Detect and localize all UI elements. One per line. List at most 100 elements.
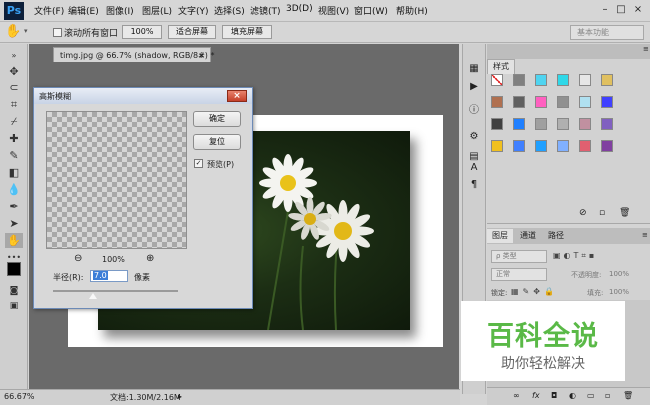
adjustment-icon[interactable]: ◐ — [569, 391, 576, 400]
blur-preview[interactable] — [46, 111, 187, 249]
screen-mode-icon[interactable]: ▣ — [5, 299, 23, 314]
menu-window[interactable]: 窗口(W) — [354, 4, 388, 17]
menu-select[interactable]: 选择(S) — [214, 4, 245, 17]
mask-icon[interactable]: ◘ — [551, 391, 557, 400]
workspace-dropdown[interactable]: 基本功能 — [570, 25, 644, 40]
chevron-down-icon[interactable]: ▾ — [24, 27, 28, 35]
layer-kind-filter[interactable]: ρ 类型 — [491, 250, 547, 263]
style-swatch[interactable] — [557, 96, 569, 108]
no-style-icon[interactable]: ⊘ — [579, 208, 587, 218]
style-swatch[interactable] — [491, 96, 503, 108]
style-swatch[interactable] — [491, 118, 503, 130]
style-swatch[interactable] — [579, 96, 591, 108]
healing-brush-tool-icon[interactable]: ✚ — [5, 131, 23, 146]
crop-tool-icon[interactable]: ⌗ — [5, 97, 23, 112]
status-arrow-icon[interactable]: ▸ — [178, 392, 182, 401]
style-swatch[interactable] — [491, 74, 503, 86]
reset-button[interactable]: 复位 — [193, 134, 241, 150]
menu-image[interactable]: 图像(I) — [106, 4, 134, 17]
zoom-out-icon[interactable]: ⊖ — [74, 253, 82, 264]
style-swatch[interactable] — [601, 140, 613, 152]
dialog-titlebar[interactable]: 高斯模糊 × — [34, 88, 252, 104]
close-tab-icon[interactable]: × — [198, 48, 205, 63]
minimize-icon[interactable]: – — [598, 3, 612, 17]
blend-mode-dropdown[interactable]: 正常 — [491, 268, 547, 281]
style-swatch[interactable] — [535, 74, 547, 86]
radius-slider-handle[interactable] — [89, 293, 97, 299]
style-swatch[interactable] — [535, 140, 547, 152]
hand-tool-selected-icon[interactable]: ✋ — [5, 233, 23, 248]
lasso-tool-icon[interactable]: ⊂ — [5, 80, 23, 95]
eyedropper-tool-icon[interactable]: ⌿ — [5, 114, 23, 129]
style-swatch[interactable] — [557, 74, 569, 86]
pen-tool-icon[interactable]: ✒ — [5, 199, 23, 214]
lock-icons[interactable]: ▦✎✥🔒 — [511, 287, 558, 296]
new-layer-icon[interactable]: ▫ — [605, 391, 610, 400]
fit-screen-button[interactable]: 适合屏幕 — [168, 25, 216, 39]
fill-value[interactable]: 100% — [609, 288, 629, 296]
opacity-value[interactable]: 100% — [609, 270, 629, 278]
character-icon[interactable]: A — [466, 161, 482, 175]
panel-menu-icon[interactable]: ≡ — [643, 45, 649, 53]
style-swatch[interactable] — [601, 118, 613, 130]
style-swatch[interactable] — [491, 140, 503, 152]
quick-mask-icon[interactable]: ◙ — [5, 284, 23, 299]
menu-3d[interactable]: 3D(D) — [286, 4, 313, 14]
preview-checkbox[interactable]: ✓ — [194, 159, 203, 168]
style-swatch[interactable] — [557, 118, 569, 130]
dialog-close-button[interactable]: × — [227, 90, 247, 102]
history-icon[interactable]: ▦ — [466, 62, 482, 76]
status-zoom[interactable]: 66.67% — [4, 392, 35, 401]
style-swatch[interactable] — [513, 96, 525, 108]
tab-channels[interactable]: 通道 — [515, 229, 541, 243]
scroll-all-checkbox[interactable] — [53, 28, 62, 37]
menu-filter[interactable]: 滤镜(T) — [250, 4, 281, 17]
style-swatch[interactable] — [535, 118, 547, 130]
layers-panel-menu-icon[interactable]: ≡ — [642, 231, 648, 239]
delete-icon[interactable]: 🗑 — [623, 391, 633, 400]
menu-help[interactable]: 帮助(H) — [396, 4, 428, 17]
properties-icon[interactable]: ⚙ — [466, 130, 482, 144]
menu-edit[interactable]: 编辑(E) — [68, 4, 99, 17]
link-icon[interactable]: ∞ — [513, 391, 520, 400]
fx-icon[interactable]: fx — [532, 391, 540, 400]
menu-layer[interactable]: 图层(L) — [142, 4, 172, 17]
style-swatch[interactable] — [579, 140, 591, 152]
zoom-100-button[interactable]: 100% — [122, 25, 162, 39]
brush-tool-icon[interactable]: ✎ — [5, 148, 23, 163]
style-swatch[interactable] — [513, 118, 525, 130]
actions-play-icon[interactable]: ▶ — [466, 80, 482, 94]
new-style-icon[interactable]: ▫ — [599, 208, 605, 218]
foreground-color-swatch[interactable] — [7, 262, 21, 276]
document-tab[interactable]: timg.jpg @ 66.7% (shadow, RGB/8#) * × — [53, 47, 214, 63]
group-icon[interactable]: ▭ — [587, 391, 595, 400]
delete-style-icon[interactable]: 🗑 — [619, 208, 630, 218]
paragraph-icon[interactable]: ¶ — [466, 178, 482, 192]
style-swatch[interactable] — [557, 140, 569, 152]
close-window-icon[interactable]: × — [631, 3, 645, 17]
menu-type[interactable]: 文字(Y) — [178, 4, 209, 17]
maximize-icon[interactable]: □ — [614, 3, 628, 17]
zoom-in-icon[interactable]: ⊕ — [146, 253, 154, 264]
panel-collapse-icon[interactable]: » — [5, 48, 23, 63]
ok-button[interactable]: 确定 — [193, 111, 241, 127]
style-swatch[interactable] — [513, 140, 525, 152]
tab-styles[interactable]: 样式 — [487, 59, 515, 74]
style-swatch[interactable] — [601, 96, 613, 108]
style-swatch[interactable] — [579, 74, 591, 86]
style-swatch[interactable] — [513, 74, 525, 86]
tab-paths[interactable]: 路径 — [543, 229, 569, 243]
menu-view[interactable]: 视图(V) — [318, 4, 349, 17]
info-icon[interactable]: ⓘ — [466, 104, 482, 118]
style-swatch[interactable] — [535, 96, 547, 108]
layer-filter-icons[interactable]: ▣◐T⌗▪ — [553, 251, 597, 261]
path-selection-tool-icon[interactable]: ➤ — [5, 216, 23, 231]
radius-input[interactable]: 7.0 — [90, 270, 128, 282]
menu-file[interactable]: 文件(F) — [34, 4, 64, 17]
move-tool-icon[interactable]: ✥ — [5, 64, 23, 79]
radius-slider-track[interactable] — [53, 290, 178, 292]
tab-layers[interactable]: 图层 — [487, 229, 513, 243]
blur-tool-icon[interactable]: 💧 — [5, 182, 23, 197]
eraser-tool-icon[interactable]: ◧ — [5, 165, 23, 180]
fill-screen-button[interactable]: 填充屏幕 — [222, 25, 272, 39]
